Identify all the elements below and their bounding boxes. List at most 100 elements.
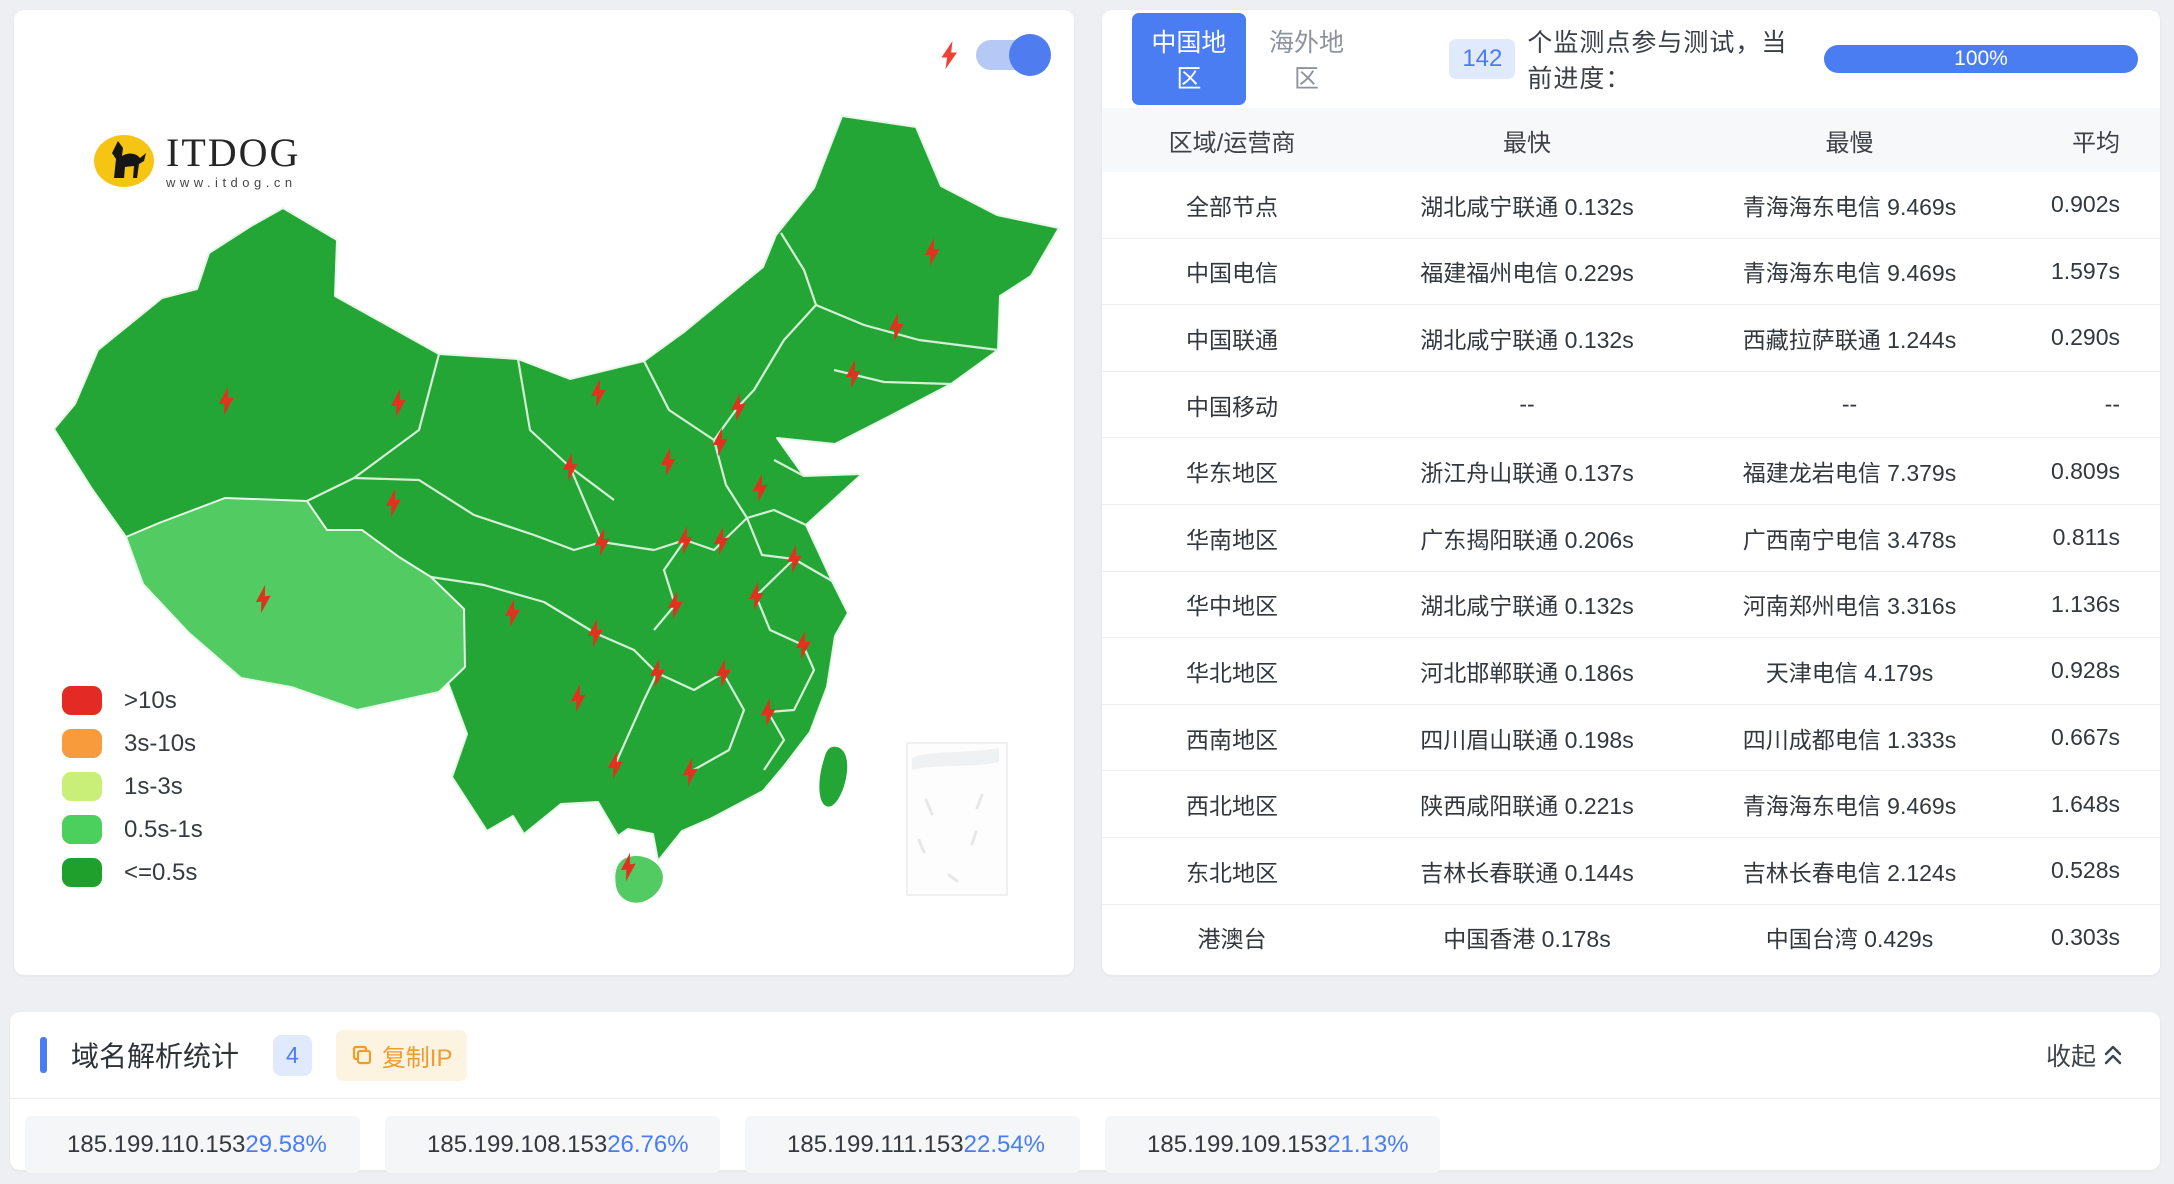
monitor-count-badge: 142 xyxy=(1449,39,1516,79)
cell-fastest: 河北邯郸联通 0.186s xyxy=(1420,659,1634,686)
ip-percent: 26.76% xyxy=(607,1130,689,1158)
cell-fastest: 湖北咸宁联通 0.132s xyxy=(1420,193,1634,220)
map-legend: >10s 3s-10s 1s-3s 0.5s-1s <=0.5s xyxy=(62,686,203,887)
dns-section: 域名解析统计 4 复制IP 收起 185.199.110.153 29.58% xyxy=(10,1012,2160,1173)
cell-slowest: 河南郑州电信 3.316s xyxy=(1742,593,1957,620)
cell-average: 0.811s xyxy=(2052,524,2120,551)
dns-title: 域名解析统计 xyxy=(71,1041,240,1072)
cell-average: 1.597s xyxy=(2050,257,2120,284)
taiwan-island xyxy=(819,746,848,807)
ip-address: 185.199.110.153 xyxy=(67,1130,246,1158)
dns-count-badge: 4 xyxy=(273,1034,312,1076)
table-row: 港澳台 中国香港 0.178s 中国台湾 0.429s 0.303s xyxy=(1102,904,2160,971)
logo-subtitle: www.itdog.cn xyxy=(166,174,297,190)
cell-region: 华北地区 xyxy=(1186,659,1278,686)
copy-icon xyxy=(352,1045,371,1065)
table-row: 中国联通 湖北咸宁联通 0.132s 西藏拉萨联通 1.244s 0.290s xyxy=(1102,305,2160,372)
cell-average: 0.902s xyxy=(2050,191,2120,218)
legend-swatch xyxy=(62,858,102,887)
panel-toolbar: 中国地区 海外地区 142 个监测点参与测试，当前进度： 100% xyxy=(1102,10,2160,108)
header-slowest: 最慢 xyxy=(1825,129,1874,157)
copy-ip-button[interactable]: 复制IP xyxy=(335,1029,467,1081)
cell-fastest: 中国香港 0.178s xyxy=(1443,926,1611,953)
cell-region: 东北地区 xyxy=(1186,859,1278,886)
cell-region: 西南地区 xyxy=(1186,726,1278,753)
legend-label: 1s-3s xyxy=(124,772,183,800)
table-row: 华南地区 广东揭阳联通 0.206s 广西南宁电信 3.478s 0.811s xyxy=(1102,504,2160,572)
legend-swatch xyxy=(62,729,102,758)
cell-slowest: 青海海东电信 9.469s xyxy=(1742,193,1957,220)
tab-china[interactable]: 中国地区 xyxy=(1132,13,1246,105)
cell-slowest: 西藏拉萨联通 1.244s xyxy=(1742,326,1957,353)
south-sea-inset xyxy=(906,742,1008,896)
legend-label: 0.5s-1s xyxy=(124,815,203,843)
cell-average: 1.648s xyxy=(2050,790,2120,817)
legend-label: <=0.5s xyxy=(124,858,198,886)
table-row: 中国移动 -- -- -- xyxy=(1102,371,2160,439)
legend-item: <=0.5s xyxy=(62,858,203,887)
ip-percent: 22.54% xyxy=(963,1130,1046,1158)
cell-slowest: -- xyxy=(1841,391,1858,418)
cell-average: 0.667s xyxy=(2050,724,2120,751)
header-average: 平均 xyxy=(2072,129,2120,157)
ip-address: 185.199.108.153 xyxy=(427,1130,608,1158)
cell-slowest: 中国台湾 0.429s xyxy=(1765,926,1934,953)
cell-region: 中国电信 xyxy=(1186,260,1278,287)
cell-region: 全部节点 xyxy=(1186,193,1278,220)
section-accent-bar xyxy=(40,1037,47,1073)
cell-slowest: 广西南宁电信 3.478s xyxy=(1742,526,1957,553)
cell-region: 中国移动 xyxy=(1186,393,1278,420)
progress-bar: 100% xyxy=(1824,45,2138,73)
cell-average: 0.290s xyxy=(2050,324,2120,351)
header-region: 区域/运营商 xyxy=(1168,129,1296,157)
tab-overseas[interactable]: 海外地区 xyxy=(1250,13,1364,105)
cell-region: 港澳台 xyxy=(1197,926,1267,953)
cell-slowest: 天津电信 4.179s xyxy=(1765,659,1934,686)
cell-average: 1.136s xyxy=(2050,590,2120,617)
cell-fastest: 福建福州电信 0.229s xyxy=(1420,260,1634,287)
table-row: 华东地区 浙江舟山联通 0.137s 福建龙岩电信 7.379s 0.809s xyxy=(1102,438,2160,505)
speed-bolt-icon xyxy=(941,41,957,69)
table-header: 区域/运营商 最快 最慢 平均 xyxy=(1102,108,2160,172)
map-card: ITDOG www.itdog.cn >10s 3s-10s 1s-3s 0.5… xyxy=(14,10,1074,975)
ip-card: 185.199.111.153 22.54% xyxy=(745,1116,1080,1173)
collapse-label: 收起 xyxy=(2045,1043,2096,1071)
cell-fastest: 湖北咸宁联通 0.132s xyxy=(1420,326,1634,353)
legend-item: 3s-10s xyxy=(62,729,203,758)
collapse-button[interactable]: 收起 xyxy=(2040,1036,2130,1074)
cell-slowest: 福建龙岩电信 7.379s xyxy=(1742,460,1957,487)
cell-slowest: 青海海东电信 9.469s xyxy=(1742,260,1957,287)
ip-address: 185.199.111.153 xyxy=(787,1130,964,1158)
cell-fastest: 浙江舟山联通 0.137s xyxy=(1420,460,1634,487)
cell-fastest: 吉林长春联通 0.144s xyxy=(1420,859,1634,886)
legend-swatch xyxy=(62,686,102,715)
ip-card: 185.199.108.153 26.76% xyxy=(385,1116,720,1173)
table-row: 华中地区 湖北咸宁联通 0.132s 河南郑州电信 3.316s 1.136s xyxy=(1102,571,2160,639)
table-row: 西南地区 四川眉山联通 0.198s 四川成都电信 1.333s 0.667s xyxy=(1102,704,2160,772)
itdog-logo: ITDOG www.itdog.cn xyxy=(92,132,300,190)
hainan-island xyxy=(615,855,663,903)
map-mode-toggle[interactable] xyxy=(976,34,1051,76)
legend-item: 0.5s-1s xyxy=(62,815,203,844)
ip-card: 185.199.110.153 29.58% xyxy=(25,1116,360,1173)
cell-average: 0.809s xyxy=(2050,457,2120,484)
cell-slowest: 青海海东电信 9.469s xyxy=(1742,793,1957,820)
cell-average: 0.303s xyxy=(2050,923,2120,950)
cell-region: 华中地区 xyxy=(1186,593,1278,620)
cell-average: 0.928s xyxy=(2050,657,2120,684)
cell-region: 华东地区 xyxy=(1186,460,1278,487)
cell-fastest: 湖北咸宁联通 0.132s xyxy=(1420,593,1634,620)
cell-slowest: 四川成都电信 1.333s xyxy=(1742,726,1957,753)
cell-average: 0.528s xyxy=(2050,857,2120,884)
cell-region: 华南地区 xyxy=(1186,526,1278,553)
monitor-text: 个监测点参与测试，当前进度： xyxy=(1527,29,1788,93)
cell-region: 中国联通 xyxy=(1186,326,1278,353)
legend-swatch xyxy=(62,815,102,844)
ip-percent: 21.13% xyxy=(1327,1130,1409,1158)
ip-card: 185.199.109.153 21.13% xyxy=(1105,1116,1440,1173)
cell-fastest: -- xyxy=(1519,391,1535,418)
table-row: 东北地区 吉林长春联通 0.144s 吉林长春电信 2.124s 0.528s xyxy=(1102,837,2160,905)
table-row: 西北地区 陕西咸阳联通 0.221s 青海海东电信 9.469s 1.648s xyxy=(1102,771,2160,838)
table-row: 中国电信 福建福州电信 0.229s 青海海东电信 9.469s 1.597s xyxy=(1102,238,2160,306)
legend-swatch xyxy=(62,772,102,801)
